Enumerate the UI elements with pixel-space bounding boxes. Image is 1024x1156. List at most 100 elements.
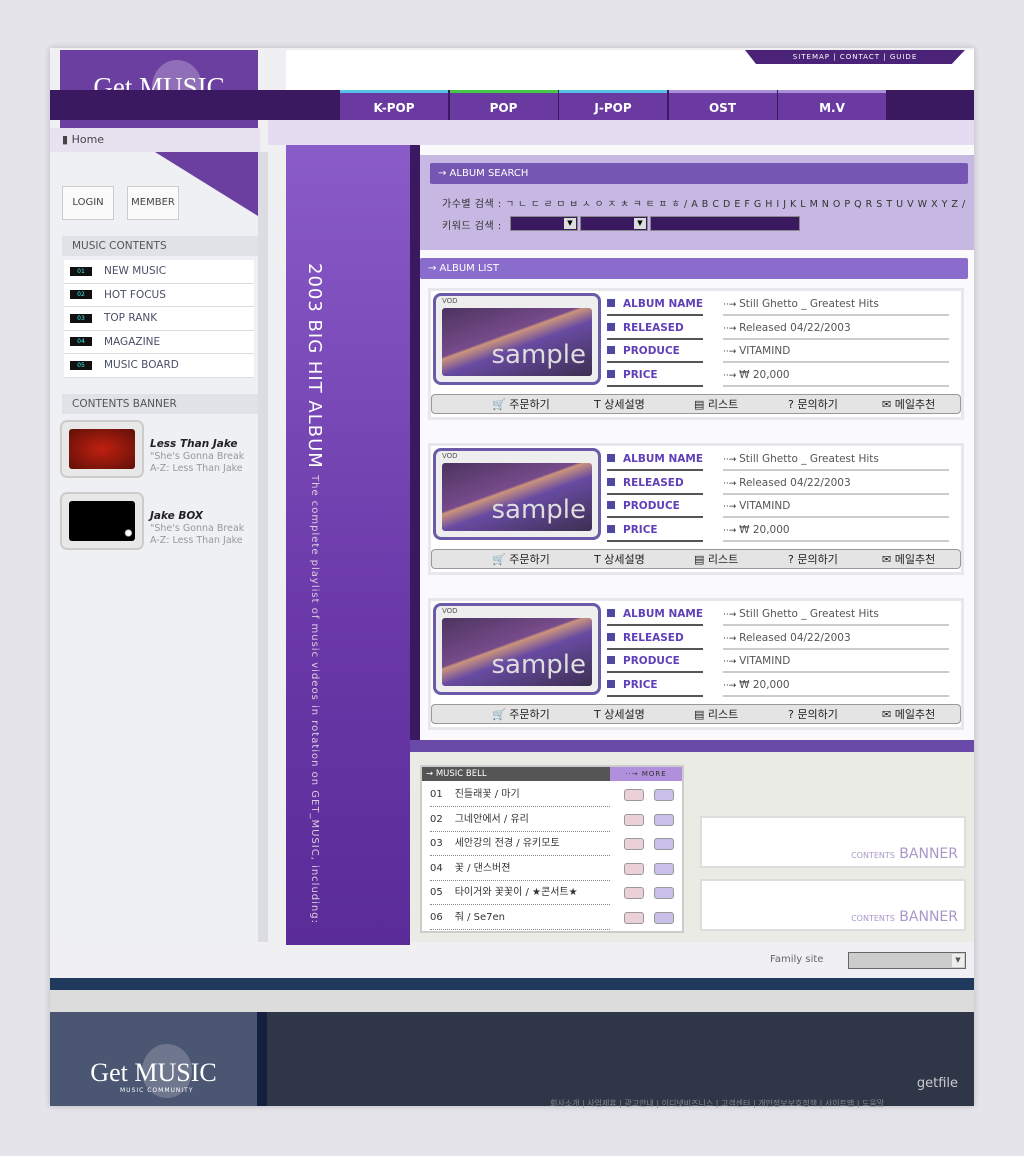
- action-button[interactable]: ? 문의하기: [788, 706, 838, 723]
- content-banner[interactable]: CONTENTS BANNER: [700, 816, 966, 868]
- music-bell-item[interactable]: 02 그네안에서 / 유리: [430, 808, 610, 832]
- item-number: 03: [430, 838, 443, 849]
- album-produce: VITAMIND: [723, 495, 949, 518]
- album-name: Still Ghetto _ Greatest Hits: [723, 448, 949, 471]
- keyword-input[interactable]: [650, 216, 800, 231]
- album-card: VOD sample ALBUM NAME Still Ghetto _ Greate…: [428, 288, 964, 420]
- band-title: 2003 BIG HIT ALBUM: [304, 263, 325, 469]
- family-site-select[interactable]: ▼: [848, 952, 966, 969]
- detail-icon: T: [594, 398, 605, 411]
- album-released: Released 04/22/2003: [723, 317, 949, 340]
- album-thumbnail[interactable]: VOD sample: [433, 603, 601, 695]
- album-thumbnail[interactable]: VOD sample: [433, 293, 601, 385]
- footer-links[interactable]: 회사소개 | 사업제휴 | 광고안내 | 이디넷비즈니스 | 고객센터 | 개인…: [550, 1098, 884, 1109]
- album-actions: 🛒 주문하기 T 상세설명 ▤ 리스트 ? 문의하기 ✉ 메일추천: [431, 394, 961, 414]
- item-number: 01: [430, 789, 443, 800]
- download-icon[interactable]: [654, 813, 674, 826]
- nav-tab-jpop[interactable]: J-POP: [559, 90, 667, 120]
- action-button[interactable]: ? 문의하기: [788, 396, 838, 413]
- banner-line: A-Z: Less Than Jake: [150, 463, 243, 474]
- album-field-label: RELEASED: [607, 472, 703, 495]
- play-icon[interactable]: [624, 789, 644, 801]
- album-price: ₩ 20,000: [723, 364, 949, 387]
- action-button[interactable]: T 상세설명: [594, 706, 645, 723]
- sidebar-item[interactable]: 03 TOP RANK: [64, 307, 254, 331]
- play-icon[interactable]: [624, 911, 644, 924]
- more-button[interactable]: ··→ MORE: [610, 767, 682, 781]
- action-button[interactable]: 🛒 주문하기: [492, 706, 550, 723]
- top-links[interactable]: SITEMAP | CONTACT | GUIDE: [745, 50, 965, 64]
- download-icon[interactable]: [654, 887, 674, 899]
- play-icon[interactable]: [624, 887, 644, 899]
- download-icon[interactable]: [654, 862, 674, 875]
- login-button[interactable]: LOGIN: [62, 186, 114, 220]
- music-bell-item[interactable]: 01 진들래꽃 / 마기: [430, 783, 610, 807]
- search-select-1[interactable]: ▼: [510, 216, 578, 231]
- action-button[interactable]: ? 문의하기: [788, 551, 838, 568]
- action-button[interactable]: 🛒 주문하기: [492, 551, 550, 568]
- breadcrumb-home[interactable]: ▮ Home: [50, 128, 260, 152]
- sidebar-item-label: HOT FOCUS: [104, 288, 166, 301]
- nav-tab-mv[interactable]: M.V: [778, 90, 886, 120]
- search-select-2[interactable]: ▼: [580, 216, 648, 231]
- action-label: 문의하기: [797, 553, 838, 566]
- list-icon: ▤: [694, 708, 708, 721]
- big-hit-album-band: 2003 BIG HIT ALBUM The complete playlist …: [286, 145, 410, 945]
- nav-tab-ost[interactable]: OST: [668, 90, 777, 120]
- album-thumbnail[interactable]: VOD sample: [433, 448, 601, 540]
- action-label: 주문하기: [509, 553, 550, 566]
- album-field-label: ALBUM NAME: [607, 603, 703, 626]
- thumbnail-image: sample: [442, 308, 592, 376]
- member-button[interactable]: MEMBER: [127, 186, 179, 220]
- banner-text[interactable]: Jake BOX "She's Gonna Break A-Z: Less Than…: [150, 510, 244, 547]
- list-icon: ▤: [694, 398, 708, 411]
- action-button[interactable]: ✉ 메일추천: [882, 551, 935, 568]
- banner-thumbnail[interactable]: [60, 420, 144, 478]
- singer-index-links[interactable]: ㄱ ㄴ ㄷ ㄹ ㅁ ㅂ ㅅ ㅇ ㅈ ㅊ ㅋ ㅌ ㅍ ㅎ / A B C D E …: [505, 199, 965, 210]
- item-title: 타이거와 꽃꽃이 / ★콘서트★: [454, 887, 578, 898]
- action-button[interactable]: ✉ 메일추천: [882, 706, 935, 723]
- action-label: 메일추천: [894, 708, 936, 721]
- banner-small: CONTENTS: [851, 851, 895, 860]
- thumbnail-image: sample: [442, 463, 592, 531]
- item-number: 02: [430, 813, 443, 825]
- music-bell-item[interactable]: 05 타이거와 꽃꽃이 / ★콘서트★: [430, 881, 610, 905]
- action-button[interactable]: T 상세설명: [594, 551, 645, 568]
- action-button[interactable]: ▤ 리스트: [694, 396, 738, 413]
- detail-icon: T: [594, 553, 605, 566]
- breadcrumb-label: Home: [71, 133, 105, 146]
- music-bell: → MUSIC BELL ··→ MORE 01 진들래꽃 / 마기 02 그네안에서…: [420, 765, 684, 933]
- music-bell-item[interactable]: 03 세안강의 전경 / 유키모토: [430, 832, 610, 856]
- action-button[interactable]: ▤ 리스트: [694, 706, 738, 723]
- action-button[interactable]: ▤ 리스트: [694, 551, 738, 568]
- item-number-badge: 03: [70, 313, 92, 323]
- action-button[interactable]: T 상세설명: [594, 396, 645, 413]
- play-icon[interactable]: [624, 862, 644, 875]
- music-bell-item[interactable]: 06 줘 / Se7en: [430, 906, 610, 930]
- album-actions: 🛒 주문하기 T 상세설명 ▤ 리스트 ? 문의하기 ✉ 메일추천: [431, 704, 961, 724]
- sidebar-item[interactable]: 04 MAGAZINE: [64, 330, 254, 354]
- album-field-label: PRODUCE: [607, 495, 703, 518]
- banner-thumbnail[interactable]: [60, 492, 144, 550]
- action-button[interactable]: ✉ 메일추천: [882, 396, 935, 413]
- nav-tab-pop[interactable]: POP: [449, 90, 558, 120]
- album-card: VOD sample ALBUM NAME Still Ghetto _ Greate…: [428, 598, 964, 730]
- action-button[interactable]: 🛒 주문하기: [492, 396, 550, 413]
- download-icon[interactable]: [654, 789, 674, 801]
- nav-tab-kpop[interactable]: K-POP: [340, 90, 448, 120]
- album-produce: VITAMIND: [723, 340, 949, 363]
- vod-label: VOD: [442, 297, 458, 305]
- content-banner[interactable]: CONTENTS BANNER: [700, 879, 966, 931]
- music-bell-item[interactable]: 04 꽃 / 댄스버젼: [430, 857, 610, 881]
- banner-text[interactable]: Less Than Jake "She's Gonna Break A-Z: Les…: [150, 438, 244, 475]
- sidebar-item[interactable]: 02 HOT FOCUS: [64, 283, 254, 307]
- action-label: 주문하기: [509, 708, 550, 721]
- play-icon[interactable]: [624, 838, 644, 850]
- sidebar-item[interactable]: 05 MUSIC BOARD: [64, 354, 254, 378]
- download-icon[interactable]: [654, 838, 674, 850]
- play-icon[interactable]: [624, 813, 644, 826]
- action-label: 리스트: [707, 708, 739, 721]
- download-icon[interactable]: [654, 911, 674, 924]
- action-label: 상세설명: [604, 553, 645, 566]
- sidebar-item[interactable]: 01 NEW MUSIC: [64, 260, 254, 284]
